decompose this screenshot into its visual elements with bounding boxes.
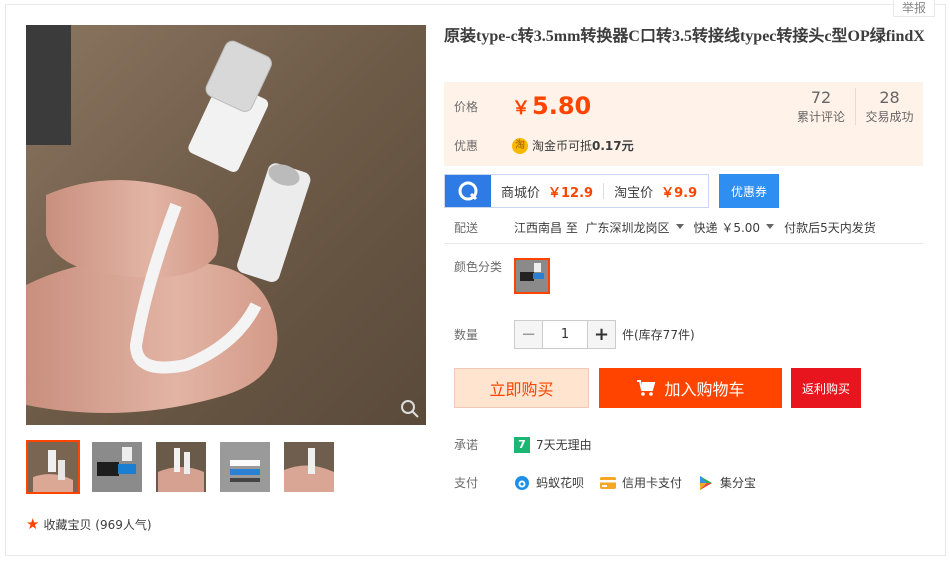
add-to-cart-label: 加入购物车 [664, 380, 745, 399]
jifenbao-icon [700, 475, 713, 490]
thumbnail-4[interactable] [218, 440, 272, 494]
ship-to-word: 至 [565, 221, 578, 235]
payment-huabei[interactable]: 蚂蚁花呗 [514, 474, 584, 491]
chevron-down-icon[interactable] [675, 224, 684, 229]
cart-icon [637, 380, 656, 396]
favorite-text: 收藏宝贝 (969人气) [43, 517, 152, 532]
price-value: ￥5.80 [512, 92, 592, 120]
report-link[interactable]: 举报 [892, 0, 935, 17]
stat-transactions: 28 交易成功 [855, 88, 923, 125]
stock-text: 件(库存77件) [622, 328, 695, 342]
shipping-label: 配送 [454, 221, 479, 235]
rebate-buy-button[interactable]: 返利购买 [791, 368, 861, 408]
quantity-stepper: − 1 + [514, 320, 616, 349]
chevron-down-icon[interactable] [766, 224, 775, 229]
thumbnail-3[interactable] [154, 440, 208, 494]
stat-reviews[interactable]: 72 累计评论 [787, 88, 855, 125]
thumbnail-1[interactable] [26, 440, 80, 494]
thumbnail-strip [26, 440, 336, 494]
promise-label: 承诺 [454, 438, 479, 452]
thumbnail-2[interactable] [90, 440, 144, 494]
product-title: 原装type-c转3.5mm转换器C口转3.5转接线typec转接头c型OP绿f… [444, 28, 925, 45]
ship-method-select[interactable]: 快递 ￥5.00 [694, 219, 761, 236]
zoom-icon[interactable] [400, 399, 420, 419]
payment-credit-card[interactable]: 信用卡支付 [600, 474, 682, 491]
ship-note: 付款后5天内发货 [784, 221, 876, 235]
payment-label: 支付 [454, 476, 479, 490]
thumbnail-5[interactable] [282, 440, 336, 494]
shipping-row: 配送 江西南昌 至 广东深圳龙岗区 快递 ￥5.00 付款后5天内发货 [444, 212, 923, 244]
credit-card-icon [600, 476, 617, 489]
taobao-price: 淘宝价 ￥9.9 [614, 185, 698, 201]
taojinbi-coin-icon: 淘 [512, 137, 528, 154]
ship-to-select[interactable]: 广东深圳龙岗区 [586, 219, 670, 236]
main-product-image[interactable] [26, 25, 426, 425]
promo-text: 淘金币可抵 [532, 139, 593, 153]
add-to-cart-button[interactable]: 加入购物车 [599, 368, 782, 408]
promo-label: 优惠 [454, 139, 479, 153]
payment-row: 支付 蚂蚁花呗 信用卡支付 集分宝 [454, 474, 772, 491]
sales-stats: 72 累计评论 28 交易成功 [787, 88, 923, 125]
price-compare-box: 商城价 ￥12.9 淘宝价 ￥9.9 [444, 174, 709, 208]
increase-button[interactable]: + [588, 321, 615, 348]
star-icon: ★ [26, 515, 40, 533]
mall-price: 商城价 ￥12.9 [501, 185, 594, 201]
buy-now-button[interactable]: 立即购买 [454, 368, 589, 408]
ship-from: 江西南昌 [514, 221, 563, 235]
quantity-label: 数量 [454, 328, 479, 342]
coupon-button[interactable]: 优惠券 [719, 174, 779, 208]
quantity-row: 数量 − 1 + 件(库存77件) [454, 320, 695, 349]
promise-text[interactable]: 7天无理由 [536, 436, 592, 453]
seven-day-icon: 7 [514, 436, 530, 453]
price-box: 价格 ￥5.80 72 累计评论 28 交易成功 优惠 淘 淘金币可抵 0.17元 [444, 82, 923, 166]
quantity-input[interactable]: 1 [542, 321, 588, 348]
promise-row: 承诺 7 7天无理由 [454, 436, 592, 453]
favorite-link[interactable]: ★ 收藏宝贝 (969人气) [26, 515, 152, 533]
color-option[interactable] [514, 258, 550, 294]
tmall-logo-icon [445, 175, 491, 207]
promo-amount: 0.17元 [592, 139, 634, 153]
price-label: 价格 [454, 99, 479, 114]
payment-jifenbao[interactable]: 集分宝 [698, 474, 756, 491]
huabei-icon [515, 475, 529, 490]
decrease-button[interactable]: − [515, 321, 542, 348]
color-row: 颜色分类 [454, 258, 550, 294]
color-label: 颜色分类 [454, 260, 503, 274]
